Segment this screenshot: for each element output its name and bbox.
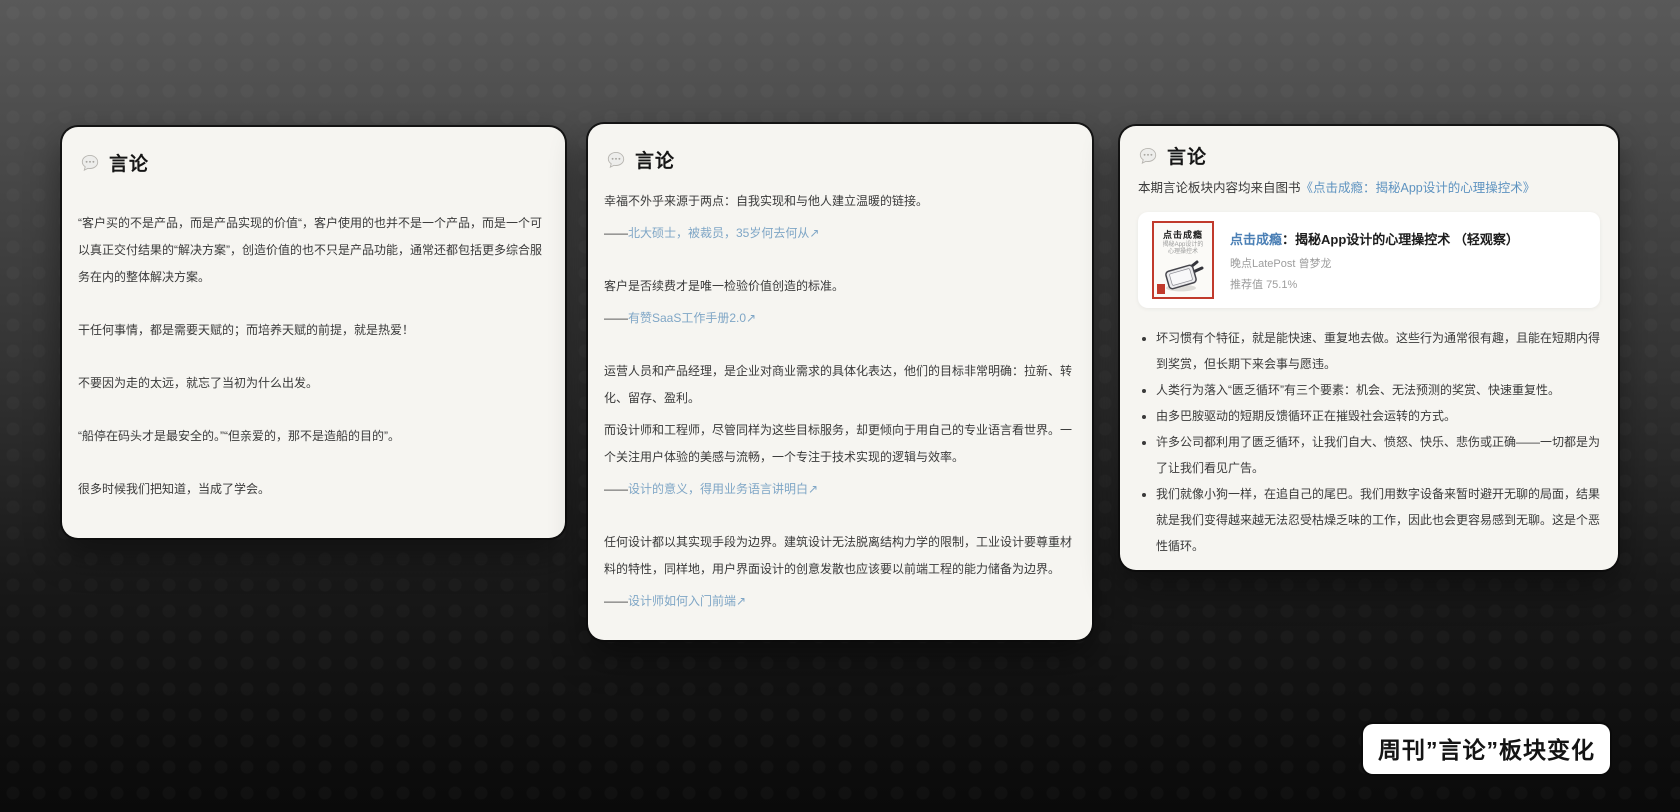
quote-text: 不要因为走的太远，就忘了当初为什么出发。: [78, 370, 549, 397]
quote-source-line: ——北大硕士，被裁员，35岁何去何从↗: [604, 220, 1076, 247]
quotes-card-2: 言论 幸福不外乎来源于两点：自我实现和与他人建立温暖的链接。 ——北大硕士，被裁…: [588, 124, 1092, 640]
card1-header: 言论: [80, 149, 549, 176]
source-link[interactable]: 有赞SaaS工作手册2.0↗: [628, 311, 756, 325]
external-arrow-icon: ↗: [809, 226, 819, 240]
quote-source-line: ——有赞SaaS工作手册2.0↗: [604, 305, 1076, 332]
list-item: 许多公司都利用了匮乏循环，让我们自大、愤怒、快乐、悲伤或正确——一切都是为了让我…: [1156, 429, 1602, 481]
speech-bubble-icon: [1138, 146, 1158, 166]
source-link[interactable]: 设计的意义，得用业务语言讲明白↗: [628, 482, 818, 496]
list-item: 由多巴胺驱动的短期反馈循环正在摧毁社会运转的方式。: [1156, 403, 1602, 429]
book-author: 晚点LatePost 曾梦龙: [1230, 255, 1519, 271]
publisher-logo: [1157, 284, 1165, 294]
intro-text: 本期言论板块内容均来自图书: [1138, 181, 1301, 195]
external-arrow-icon: ↗: [808, 482, 818, 496]
quote-source-line: ——设计师如何入门前端↗: [604, 588, 1076, 615]
card1-title: 言论: [109, 149, 149, 176]
source-dash: ——: [604, 226, 628, 240]
book-title-rest: ：揭秘App设计的心理操控术 （轻观察）: [1282, 232, 1519, 247]
book-title: 点击成瘾：揭秘App设计的心理操控术 （轻观察）: [1230, 229, 1519, 248]
book-title-highlight-link[interactable]: 点击成瘾: [1230, 232, 1282, 247]
quote-text: 客户是否续费才是唯一检验价值创造的标准。: [604, 273, 1076, 300]
book-cover-subtitle: 揭秘App设计的 心理操控术: [1163, 242, 1204, 256]
card3-header: 言论: [1138, 142, 1602, 169]
book-title-link[interactable]: 《点击成瘾：揭秘App设计的心理操控术》: [1301, 181, 1536, 195]
list-item: 坏习惯有个特征，就是能快速、重复地去做。这些行为通常很有趣，且能在短期内得到奖赏…: [1156, 325, 1602, 377]
quote-text: 幸福不外乎来源于两点：自我实现和与他人建立温暖的链接。: [604, 188, 1076, 215]
source-dash: ——: [604, 594, 628, 608]
caption-label: 周刊”言论”板块变化: [1363, 724, 1610, 774]
source-dash: ——: [604, 311, 628, 325]
source-link[interactable]: 设计师如何入门前端↗: [628, 594, 746, 608]
card2-title: 言论: [635, 146, 675, 173]
quotes-card-3: 言论 本期言论板块内容均来自图书《点击成瘾：揭秘App设计的心理操控术》 点击成…: [1120, 126, 1618, 570]
book-notes-list: 坏习惯有个特征，就是能快速、重复地去做。这些行为通常很有趣，且能在短期内得到奖赏…: [1156, 325, 1602, 559]
quote-source-line: ——设计的意义，得用业务语言讲明白↗: [604, 476, 1076, 503]
book-cover-illustration: [1160, 258, 1206, 294]
quote-text: 任何设计都以其实现手段为边界。建筑设计无法脱离结构力学的限制，工业设计要尊重材料…: [604, 529, 1076, 583]
quote-text: 运营人员和产品经理，是企业对商业需求的具体化表达，他们的目标非常明确：拉新、转化…: [604, 358, 1076, 412]
external-arrow-icon: ↗: [736, 594, 746, 608]
canvas: 言论 “客户买的不是产品，而是产品实现的价值“，客户使用的也并不是一个产品，而是…: [0, 0, 1680, 812]
quote-text: 干任何事情，都是需要天赋的；而培养天赋的前提，就是热爱！: [78, 317, 549, 344]
source-dash: ——: [604, 482, 628, 496]
list-item: 人类行为落入“匮乏循环”有三个要素：机会、无法预测的奖赏、快速重复性。: [1156, 377, 1602, 403]
book-card[interactable]: 点击成瘾 揭秘App设计的 心理操控术 点击成瘾：揭秘App设计的心理操控术 （…: [1138, 212, 1600, 308]
book-score: 推荐值 75.1%: [1230, 276, 1519, 292]
book-cover-title: 点击成瘾: [1163, 228, 1203, 241]
source-link[interactable]: 北大硕士，被裁员，35岁何去何从↗: [628, 226, 819, 240]
quotes-card-1: 言论 “客户买的不是产品，而是产品实现的价值“，客户使用的也并不是一个产品，而是…: [62, 127, 565, 538]
list-item: 我们就像小狗一样，在追自己的尾巴。我们用数字设备来暂时避开无聊的局面，结果就是我…: [1156, 481, 1602, 559]
quote-text: 而设计师和工程师，尽管同样为这些目标服务，却更倾向于用自己的专业语言看世界。一个…: [604, 417, 1076, 471]
external-arrow-icon: ↗: [746, 311, 756, 325]
card2-header: 言论: [606, 146, 1076, 173]
intro-line: 本期言论板块内容均来自图书《点击成瘾：揭秘App设计的心理操控术》: [1138, 176, 1602, 200]
book-cover: 点击成瘾 揭秘App设计的 心理操控术: [1152, 221, 1214, 299]
quote-text: “客户买的不是产品，而是产品实现的价值“，客户使用的也并不是一个产品，而是一个可…: [78, 210, 549, 291]
quote-text: 很多时候我们把知道，当成了学会。: [78, 476, 549, 503]
speech-bubble-icon: [80, 153, 100, 173]
speech-bubble-icon: [606, 150, 626, 170]
quote-text: “船停在码头才是最安全的。”“但亲爱的，那不是造船的目的”。: [78, 423, 549, 450]
book-info: 点击成瘾：揭秘App设计的心理操控术 （轻观察） 晚点LatePost 曾梦龙 …: [1230, 229, 1519, 292]
score-value: 75.1%: [1266, 279, 1297, 291]
card3-title: 言论: [1167, 142, 1207, 169]
